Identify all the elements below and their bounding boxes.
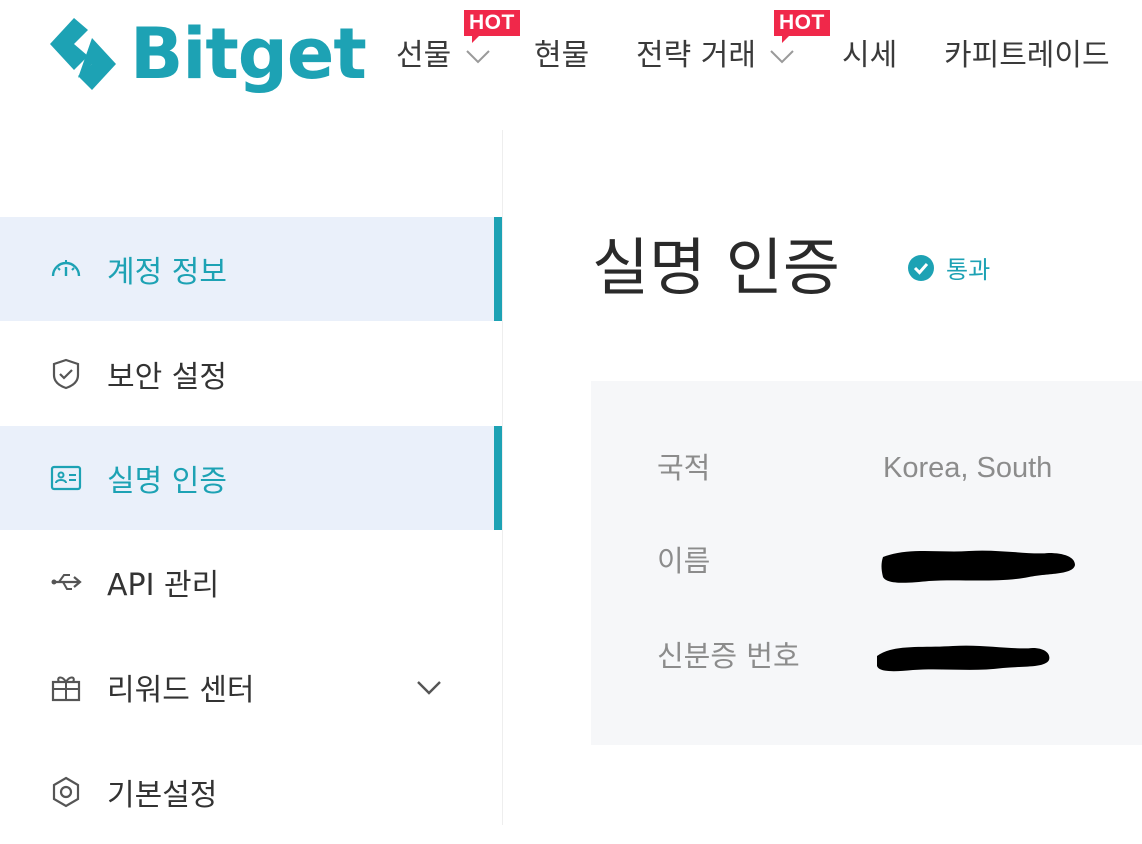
hexagon-settings-icon bbox=[48, 774, 84, 810]
sidebar-item-label: API 관리 bbox=[107, 568, 220, 603]
sidebar-item-preferences[interactable]: 기본설정 bbox=[0, 740, 502, 844]
nav-spot-label: 현물 bbox=[534, 38, 590, 73]
nationality-label: 국적 bbox=[657, 451, 711, 485]
nationality-value: Korea, South bbox=[883, 452, 1053, 484]
sidebar-item-reward-center[interactable]: 리워드 센터 bbox=[0, 635, 502, 739]
chevron-down-icon[interactable] bbox=[414, 672, 444, 702]
id-number-label: 신분증 번호 bbox=[657, 639, 800, 673]
identity-info-card: 국적 Korea, South 이름 신분증 번호 bbox=[591, 381, 1142, 745]
bitget-logo[interactable]: Bitget bbox=[44, 13, 367, 95]
chevron-down-icon bbox=[466, 49, 490, 63]
nav-copy-trade-label: 카피트레이드 bbox=[944, 38, 1110, 73]
redacted-name bbox=[881, 550, 1075, 583]
nav-spot[interactable]: 현물 bbox=[534, 36, 589, 76]
info-row-nationality: 국적 Korea, South bbox=[591, 438, 1142, 498]
bitget-logo-text: Bitget bbox=[130, 13, 367, 95]
hot-badge: HOT bbox=[464, 10, 520, 43]
redacted-id-number bbox=[877, 645, 1050, 672]
shield-icon bbox=[48, 356, 84, 392]
nav-futures-label: 선물 bbox=[396, 38, 452, 73]
sidebar-item-security[interactable]: 보안 설정 bbox=[0, 322, 502, 426]
status-badge: 통과 bbox=[946, 256, 991, 284]
nav-copy-trade[interactable]: 카피트레이드 bbox=[944, 36, 1110, 76]
nav-strategy-label: 전략 거래 bbox=[636, 38, 756, 73]
id-card-icon bbox=[48, 460, 84, 496]
sidebar-item-identity-verification[interactable]: 실명 인증 bbox=[0, 426, 502, 530]
sidebar-item-label: 계정 정보 bbox=[107, 255, 227, 290]
sidebar-item-api-management[interactable]: API 관리 bbox=[0, 530, 502, 634]
page-title: 실명 인증 bbox=[592, 231, 840, 304]
sidebar-item-account-info[interactable]: 계정 정보 bbox=[0, 217, 502, 321]
dashboard-icon bbox=[48, 251, 84, 287]
chevron-down-icon bbox=[770, 49, 795, 63]
gift-icon bbox=[48, 669, 84, 705]
nav-strategy-trading[interactable]: HOT 전략 거래 bbox=[636, 10, 830, 76]
sidebar-item-label: 보안 설정 bbox=[107, 360, 227, 395]
check-circle-icon bbox=[908, 254, 934, 281]
hot-badge: HOT bbox=[774, 10, 830, 43]
nav-markets-label: 시세 bbox=[842, 38, 898, 73]
info-row-id-number: 신분증 번호 bbox=[591, 626, 1142, 686]
name-label: 이름 bbox=[657, 544, 711, 578]
usb-icon bbox=[48, 564, 84, 600]
nav-markets[interactable]: 시세 bbox=[842, 36, 897, 76]
verification-status: 통과 bbox=[906, 250, 990, 285]
top-header: Bitget HOT 선물 현물 HOT 전략 거래 시세 카피트레이드 bbox=[0, 0, 1142, 110]
nav-futures[interactable]: HOT 선물 bbox=[396, 10, 520, 76]
sidebar-item-label: 기본설정 bbox=[107, 778, 218, 813]
info-row-name: 이름 bbox=[591, 531, 1142, 591]
sidebar-item-label: 실명 인증 bbox=[107, 464, 227, 499]
bitget-logo-mark-icon bbox=[50, 18, 116, 90]
sidebar-item-label: 리워드 센터 bbox=[107, 673, 255, 708]
account-sidebar: 계정 정보 보안 설정 실명 인증 API 관리 리워드 센터 기본설정 bbox=[0, 130, 503, 825]
